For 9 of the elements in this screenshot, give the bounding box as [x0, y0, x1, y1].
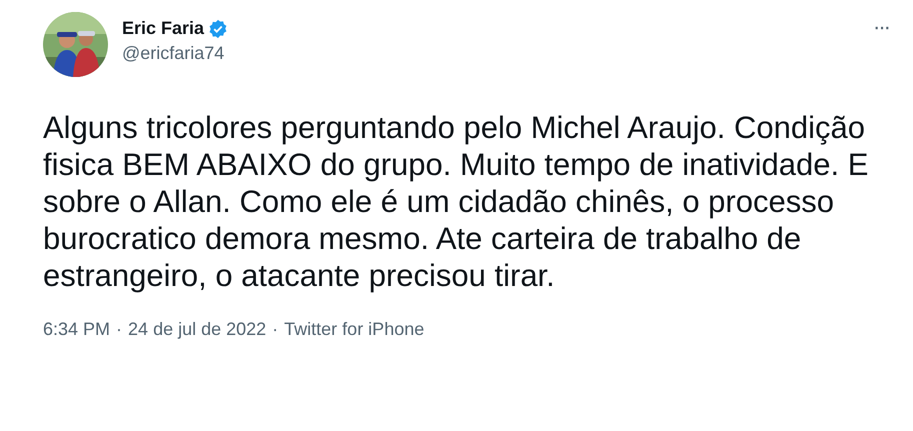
separator-dot: · — [116, 319, 122, 340]
tweet-source[interactable]: Twitter for iPhone — [284, 319, 424, 340]
more-button[interactable]: ··· — [869, 16, 893, 38]
tweet-date[interactable]: 24 de jul de 2022 — [128, 319, 266, 340]
author-name[interactable]: Eric Faria — [122, 18, 204, 39]
separator-dot: · — [272, 319, 278, 340]
author-handle: @ericfaria74 — [122, 43, 226, 64]
tweet-time[interactable]: 6:34 PM — [43, 319, 110, 340]
tweet-text: Alguns tricolores perguntando pelo Michel Araujo. Condição fisica BEM ABAIXO do grupo. Muito tempo de inatividade. E sobre o Allan. Como ele é um cidadão chinês, o processo burocratico demora mesmo. Ate carteira de trabalho de estrangeiro, o atacante precisou tirar. — [43, 109, 870, 294]
